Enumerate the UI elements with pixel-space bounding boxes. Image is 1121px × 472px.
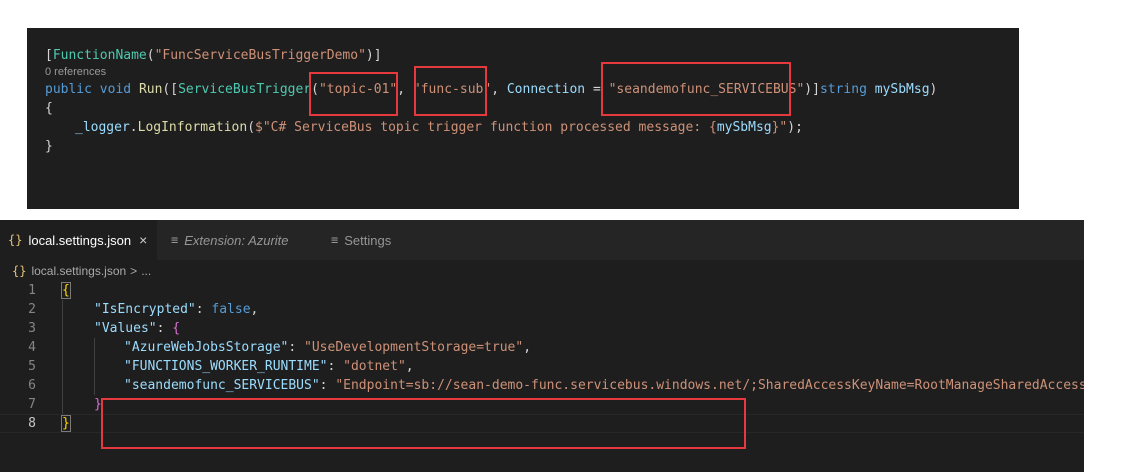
punc: )] (804, 82, 820, 97)
bracket-open: [ (45, 48, 53, 63)
values-key: "Values" (94, 321, 157, 336)
attribute-name: FunctionName (52, 48, 147, 63)
storage-value: "UseDevelopmentStorage=true" (304, 340, 524, 355)
tab-local-settings-json[interactable]: {} local.settings.json × (0, 220, 157, 260)
tab-label: local.settings.json (28, 232, 132, 248)
highlight-topic-box (309, 72, 398, 116)
connection-label: Connection (506, 82, 586, 97)
line-number: 8 (28, 416, 36, 431)
method-name: Run (138, 82, 163, 97)
log-string-start: $"C# ServiceBus topic trigger function p… (255, 120, 717, 135)
indent-guide (62, 300, 63, 414)
comma: , (250, 302, 259, 317)
punc: ); (787, 120, 803, 135)
breadcrumb[interactable]: {} local.settings.json > ... (0, 260, 1084, 282)
function-name-value: "FuncServiceBusTriggerDemo" (154, 48, 366, 63)
chevron-right-icon: > (130, 264, 138, 278)
tab-bar: {} local.settings.json × ≡ Extension: Az… (0, 220, 1084, 260)
run-method-signature: public void Run([ServiceBusTrigger("topi… (45, 80, 937, 99)
json-line-2[interactable]: "IsEncrypted": false, (94, 300, 258, 319)
line-number: 4 (28, 340, 36, 355)
keyword-void: void (99, 82, 132, 97)
json-line-3[interactable]: "Values": { (94, 319, 180, 338)
colon: : (156, 321, 173, 336)
json-line-1[interactable]: { (61, 281, 71, 300)
preview-lines-icon: ≡ (331, 233, 339, 247)
is-encrypted-value: false (211, 302, 251, 317)
colon: : (327, 359, 344, 374)
function-name-attribute-line: [FunctionName("FuncServiceBusTriggerDemo… (45, 46, 382, 65)
punc: , (491, 82, 507, 97)
trigger-attribute: ServiceBusTrigger (178, 82, 312, 97)
tab-label: Settings (344, 232, 392, 248)
punc: ([ (162, 82, 179, 97)
close-icon[interactable]: × (139, 232, 147, 248)
tab-settings[interactable]: ≡ Settings (313, 220, 434, 260)
line-number: 5 (28, 359, 36, 374)
log-interp-var: mySbMsg (716, 120, 772, 135)
json-line-5[interactable]: "FUNCTIONS_WORKER_RUNTIME": "dotnet", (124, 357, 414, 376)
json-line-6[interactable]: "seandemofunc_SERVICEBUS": "Endpoint=sb:… (124, 376, 1084, 395)
line-number: 7 (28, 397, 36, 412)
servicebus-value: "Endpoint=sb://sean-demo-func.servicebus… (335, 378, 1084, 393)
log-string-end: }" (771, 120, 788, 135)
code-snippet-panel: [FunctionName("FuncServiceBusTriggerDemo… (27, 28, 1019, 209)
storage-key: "AzureWebJobsStorage" (124, 340, 289, 355)
punc: , (397, 82, 413, 97)
method-brace-open: { (45, 101, 53, 116)
param-name: mySbMsg (874, 82, 930, 97)
colon: : (319, 378, 336, 393)
keyword-string: string (819, 82, 867, 97)
tab-label: Extension: Azurite (184, 232, 289, 248)
line-number: 2 (28, 302, 36, 317)
colon: : (195, 302, 212, 317)
punc: ) (929, 82, 938, 97)
punc: ( (247, 120, 256, 135)
runtime-value: "dotnet" (343, 359, 406, 374)
punc: . (129, 120, 138, 135)
indent-guide (94, 338, 95, 395)
json-braces-icon: {} (8, 233, 23, 247)
breadcrumb-more[interactable]: ... (141, 264, 151, 278)
codelens-references[interactable]: 0 references (45, 65, 106, 80)
json-line-8[interactable]: } (61, 414, 71, 433)
keyword-public: public (45, 82, 92, 97)
highlight-subscription-box (414, 66, 487, 116)
method-brace-close: } (45, 139, 53, 154)
highlight-connection-box (601, 62, 791, 116)
colon: : (288, 340, 305, 355)
highlight-empty-area-box (101, 398, 746, 449)
values-brace-open: { (172, 321, 181, 336)
tab-extension-azurite[interactable]: ≡ Extension: Azurite (157, 220, 313, 260)
is-encrypted-key: "IsEncrypted" (94, 302, 196, 317)
comma: , (523, 340, 532, 355)
servicebus-key: "seandemofunc_SERVICEBUS" (124, 378, 320, 393)
brace-close: } (61, 415, 71, 432)
logger-var: _logger (75, 120, 130, 135)
line-number: 1 (28, 283, 36, 298)
runtime-key: "FUNCTIONS_WORKER_RUNTIME" (124, 359, 328, 374)
log-information-line: _logger.LogInformation($"C# ServiceBus t… (75, 118, 803, 137)
line-number: 6 (28, 378, 36, 393)
breadcrumb-file[interactable]: local.settings.json (31, 264, 126, 278)
comma: , (405, 359, 414, 374)
preview-lines-icon: ≡ (171, 233, 179, 247)
brace-open: { (61, 282, 71, 299)
log-method: LogInformation (137, 120, 248, 135)
bracket-close: )] (365, 48, 382, 63)
line-number: 3 (28, 321, 36, 336)
json-braces-icon: {} (12, 264, 27, 278)
json-line-4[interactable]: "AzureWebJobsStorage": "UseDevelopmentSt… (124, 338, 531, 357)
paren-open: ( (146, 48, 155, 63)
